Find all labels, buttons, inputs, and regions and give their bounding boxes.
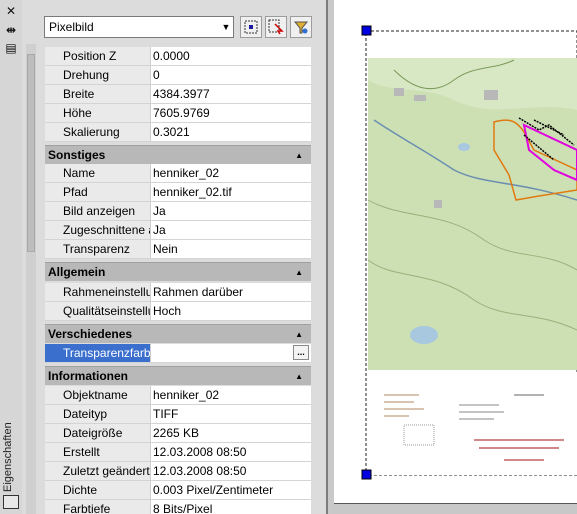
property-value: 0 — [153, 68, 160, 82]
property-value: Hoch — [153, 304, 182, 318]
property-grid: Position Z 0.0000 Drehung 0 Breite 4384.… — [45, 44, 312, 514]
section-header-sonstiges[interactable]: Sonstiges ▲ — [45, 145, 311, 164]
select-objects-icon — [268, 19, 284, 35]
property-row[interactable]: Name henniker_02 — [45, 164, 311, 183]
grip-bottom-left[interactable] — [361, 469, 372, 480]
property-row[interactable]: Skalierung 0.3021 — [45, 123, 311, 142]
palette-title-strip: ✕ ⇹ ▤ Eigenschaften — [0, 0, 23, 514]
property-row[interactable]: Rahmeneinstellung Rahmen darüber — [45, 283, 311, 302]
property-name: Position Z — [45, 47, 151, 65]
property-value: henniker_02.tif — [153, 185, 232, 199]
pickadd-icon — [244, 20, 258, 34]
property-row[interactable]: Dateigröße 2265 KB — [45, 424, 311, 443]
property-row[interactable]: Pfad henniker_02.tif — [45, 183, 311, 202]
section-header-informationen[interactable]: Informationen ▲ — [45, 366, 311, 385]
properties-menu-icon[interactable]: ▤ — [3, 41, 19, 55]
property-value: 0.3021 — [153, 125, 190, 139]
drawing-area[interactable] — [334, 0, 577, 514]
property-value: 0.003 Pixel/Zentimeter — [153, 483, 274, 497]
property-name: Bild anzeigen — [45, 202, 151, 220]
property-row-transparenzfarbe[interactable]: Transparenzfarbe ... — [45, 344, 311, 363]
property-name: Höhe — [45, 104, 151, 122]
property-value: 7605.9769 — [153, 106, 210, 120]
property-name: Breite — [45, 85, 151, 103]
palette-scrollbar[interactable] — [26, 44, 36, 514]
object-type-value: Pixelbild — [49, 20, 94, 34]
funnel-icon — [293, 21, 309, 34]
property-name: Rahmeneinstellung — [45, 283, 151, 301]
chevron-down-icon: ▼ — [221, 22, 231, 32]
scrollbar-thumb[interactable] — [27, 54, 35, 252]
close-icon[interactable]: ✕ — [3, 4, 19, 18]
section-header-verschiedenes[interactable]: Verschiedenes ▲ — [45, 324, 311, 343]
property-row[interactable]: Bild anzeigen Ja — [45, 202, 311, 221]
collapse-icon[interactable]: ▲ — [295, 146, 303, 165]
property-value: 12.03.2008 08:50 — [153, 445, 247, 459]
properties-palette: Pixelbild ▼ Position Z 0.0000 Drehung 0 … — [22, 0, 328, 514]
property-row[interactable]: Dichte 0.003 Pixel/Zentimeter — [45, 481, 311, 500]
property-name: Transparenzfarbe — [45, 344, 151, 362]
property-row[interactable]: Position Z 0.0000 — [45, 47, 311, 66]
property-value: 0.0000 — [153, 49, 190, 63]
section-title: Verschiedenes — [48, 327, 133, 341]
property-name: Dateigröße — [45, 424, 151, 442]
property-name: Name — [45, 164, 151, 182]
property-name: Farbtiefe — [45, 500, 151, 514]
property-row[interactable]: Objektname henniker_02 — [45, 386, 311, 405]
property-name: Objektname — [45, 386, 151, 404]
property-row[interactable]: Dateityp TIFF — [45, 405, 311, 424]
property-row[interactable]: Transparenz Nein — [45, 240, 311, 259]
property-name: Skalierung — [45, 123, 151, 141]
browse-ellipsis-button[interactable]: ... — [293, 345, 309, 360]
property-value: Rahmen darüber — [153, 285, 244, 299]
toggle-pickadd-button[interactable] — [240, 16, 262, 38]
property-name: Dichte — [45, 481, 151, 499]
palette-toolbar: Pixelbild ▼ — [22, 14, 326, 42]
object-type-select[interactable]: Pixelbild ▼ — [44, 16, 234, 38]
property-name: Dateityp — [45, 405, 151, 423]
property-name: Drehung — [45, 66, 151, 84]
raster-map-image[interactable] — [334, 0, 577, 503]
grip-top-left[interactable] — [361, 25, 372, 36]
property-row[interactable]: Drehung 0 — [45, 66, 311, 85]
property-name: Erstellt — [45, 443, 151, 461]
property-value: henniker_02 — [153, 388, 220, 402]
collapse-icon[interactable]: ▲ — [295, 367, 303, 386]
property-value: Ja — [153, 204, 166, 218]
property-row[interactable]: Qualitätseinstellung Hoch — [45, 302, 311, 321]
property-value: henniker_02 — [153, 166, 220, 180]
transparency-color-input[interactable] — [153, 344, 311, 362]
property-row[interactable]: Zugeschnittene an... Ja — [45, 221, 311, 240]
palette-settings-icon[interactable] — [3, 495, 19, 509]
section-header-allgemein[interactable]: Allgemein ▲ — [45, 262, 311, 281]
section-title: Allgemein — [48, 265, 106, 279]
layout-paper — [334, 0, 577, 504]
quick-select-button[interactable] — [290, 16, 312, 38]
property-name: Zugeschnittene an... — [45, 221, 151, 239]
property-value: 12.03.2008 08:50 — [153, 464, 247, 478]
property-value: 4384.3977 — [153, 87, 210, 101]
property-value: 8 Bits/Pixel — [153, 502, 213, 514]
property-value: 2265 KB — [153, 426, 200, 440]
property-value: TIFF — [153, 407, 179, 421]
property-row[interactable]: Höhe 7605.9769 — [45, 104, 311, 123]
property-name: Qualitätseinstellung — [45, 302, 151, 320]
property-value: Ja — [153, 223, 166, 237]
section-title: Informationen — [48, 369, 128, 383]
collapse-icon[interactable]: ▲ — [295, 325, 303, 344]
collapse-icon[interactable]: ▲ — [295, 263, 303, 282]
property-name: Zuletzt geändert — [45, 462, 151, 480]
property-name: Pfad — [45, 183, 151, 201]
property-row[interactable]: Zuletzt geändert 12.03.2008 08:50 — [45, 462, 311, 481]
property-row[interactable]: Farbtiefe 8 Bits/Pixel — [45, 500, 311, 514]
property-value: Nein — [153, 242, 178, 256]
select-objects-button[interactable] — [265, 16, 287, 38]
property-row[interactable]: Erstellt 12.03.2008 08:50 — [45, 443, 311, 462]
property-row[interactable]: Breite 4384.3977 — [45, 85, 311, 104]
auto-hide-icon[interactable]: ⇹ — [3, 23, 19, 37]
palette-title: Eigenschaften — [2, 422, 14, 492]
section-title: Sonstiges — [48, 148, 106, 162]
property-name: Transparenz — [45, 240, 151, 258]
